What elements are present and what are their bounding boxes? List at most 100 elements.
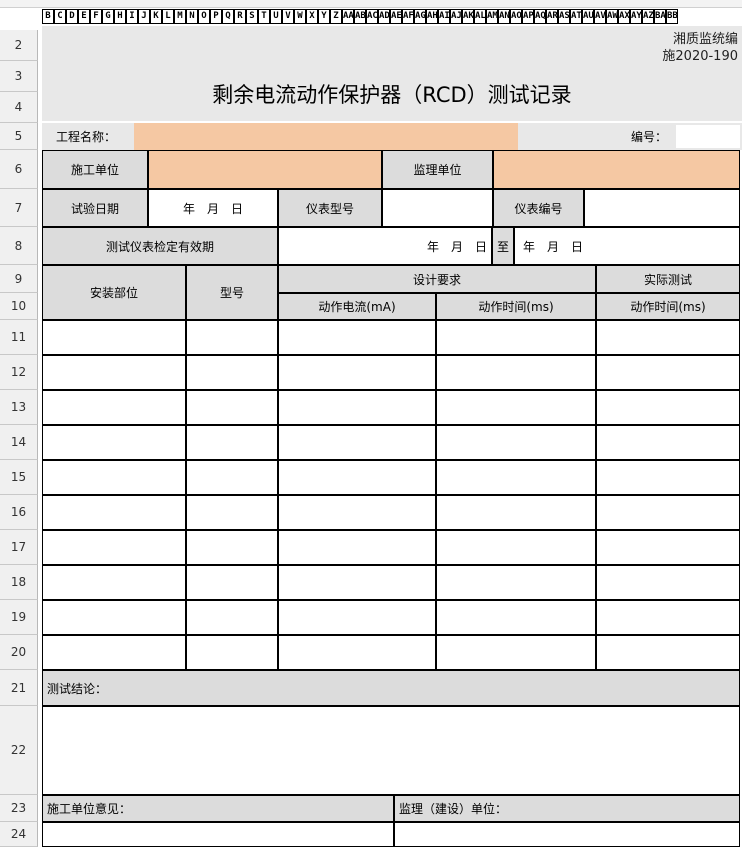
column-header-ap[interactable]: AP bbox=[522, 9, 534, 24]
data-cell-model-row20[interactable] bbox=[186, 635, 278, 670]
row-header-14[interactable]: 14 bbox=[0, 425, 38, 460]
data-cell-location-row19[interactable] bbox=[42, 600, 186, 635]
data-cell-current-row18[interactable] bbox=[278, 565, 436, 600]
data-cell-model-row14[interactable] bbox=[186, 425, 278, 460]
row-header-9[interactable]: 9 bbox=[0, 265, 38, 293]
serial-number-input[interactable] bbox=[676, 125, 740, 148]
column-header-ah[interactable]: AH bbox=[426, 9, 438, 24]
data-cell-actual-time-row11[interactable] bbox=[596, 320, 740, 355]
column-header-aw[interactable]: AW bbox=[606, 9, 618, 24]
column-header-m[interactable]: M bbox=[174, 9, 186, 24]
data-cell-current-row14[interactable] bbox=[278, 425, 436, 460]
row-header-19[interactable]: 19 bbox=[0, 600, 38, 635]
data-cell-location-row16[interactable] bbox=[42, 495, 186, 530]
column-header-aq[interactable]: AQ bbox=[534, 9, 546, 24]
data-cell-location-row15[interactable] bbox=[42, 460, 186, 495]
column-header-n[interactable]: N bbox=[186, 9, 198, 24]
construction-unit-input[interactable] bbox=[148, 150, 382, 189]
project-name-input[interactable] bbox=[134, 123, 518, 150]
column-header-ab[interactable]: AB bbox=[354, 9, 366, 24]
column-header-l[interactable]: L bbox=[162, 9, 174, 24]
row-header-7[interactable]: 7 bbox=[0, 189, 38, 227]
test-date-input[interactable]: 年 月 日 bbox=[148, 189, 278, 227]
data-cell-current-row15[interactable] bbox=[278, 460, 436, 495]
row-header-12[interactable]: 12 bbox=[0, 355, 38, 390]
validity-to-input[interactable]: 年 月 日 bbox=[514, 227, 740, 265]
column-header-x[interactable]: X bbox=[306, 9, 318, 24]
column-header-aj[interactable]: AJ bbox=[450, 9, 462, 24]
column-header-q[interactable]: Q bbox=[222, 9, 234, 24]
row-header-5[interactable]: 5 bbox=[0, 123, 38, 150]
data-cell-current-row16[interactable] bbox=[278, 495, 436, 530]
row-header-15[interactable]: 15 bbox=[0, 460, 38, 495]
data-cell-model-row12[interactable] bbox=[186, 355, 278, 390]
column-header-an[interactable]: AN bbox=[498, 9, 510, 24]
data-cell-model-row17[interactable] bbox=[186, 530, 278, 565]
column-header-bb[interactable]: BB bbox=[666, 9, 678, 24]
row-header-3[interactable]: 3 bbox=[0, 61, 38, 92]
data-cell-actual-time-row12[interactable] bbox=[596, 355, 740, 390]
data-cell-actual-time-row17[interactable] bbox=[596, 530, 740, 565]
construction-opinion-input[interactable] bbox=[42, 822, 394, 847]
data-cell-time-row19[interactable] bbox=[436, 600, 596, 635]
data-cell-model-row11[interactable] bbox=[186, 320, 278, 355]
column-header-ak[interactable]: AK bbox=[462, 9, 474, 24]
column-header-af[interactable]: AF bbox=[402, 9, 414, 24]
column-header-h[interactable]: H bbox=[114, 9, 126, 24]
data-cell-location-row11[interactable] bbox=[42, 320, 186, 355]
column-header-ay[interactable]: AY bbox=[630, 9, 642, 24]
data-cell-time-row12[interactable] bbox=[436, 355, 596, 390]
data-cell-model-row15[interactable] bbox=[186, 460, 278, 495]
column-header-i[interactable]: I bbox=[126, 9, 138, 24]
data-cell-actual-time-row20[interactable] bbox=[596, 635, 740, 670]
column-header-t[interactable]: T bbox=[258, 9, 270, 24]
row-header-13[interactable]: 13 bbox=[0, 390, 38, 425]
column-header-d[interactable]: D bbox=[66, 9, 78, 24]
data-cell-current-row12[interactable] bbox=[278, 355, 436, 390]
column-header-am[interactable]: AM bbox=[486, 9, 498, 24]
column-header-ac[interactable]: AC bbox=[366, 9, 378, 24]
column-header-ax[interactable]: AX bbox=[618, 9, 630, 24]
validity-from-input[interactable]: 年 月 日 bbox=[278, 227, 492, 265]
column-header-as[interactable]: AS bbox=[558, 9, 570, 24]
data-cell-time-row20[interactable] bbox=[436, 635, 596, 670]
supervision-opinion-input[interactable] bbox=[394, 822, 740, 847]
meter-model-input[interactable] bbox=[382, 189, 493, 227]
column-header-az[interactable]: AZ bbox=[642, 9, 654, 24]
row-header-4[interactable]: 4 bbox=[0, 92, 38, 123]
row-header-20[interactable]: 20 bbox=[0, 635, 38, 670]
column-header-p[interactable]: P bbox=[210, 9, 222, 24]
column-header-au[interactable]: AU bbox=[582, 9, 594, 24]
column-header-o[interactable]: O bbox=[198, 9, 210, 24]
column-header-ai[interactable]: AI bbox=[438, 9, 450, 24]
row-header-11[interactable]: 11 bbox=[0, 320, 38, 355]
data-cell-current-row13[interactable] bbox=[278, 390, 436, 425]
data-cell-current-row20[interactable] bbox=[278, 635, 436, 670]
data-cell-location-row17[interactable] bbox=[42, 530, 186, 565]
row-header-23[interactable]: 23 bbox=[0, 795, 38, 822]
data-cell-actual-time-row15[interactable] bbox=[596, 460, 740, 495]
data-cell-actual-time-row14[interactable] bbox=[596, 425, 740, 460]
test-conclusion-input[interactable] bbox=[42, 706, 740, 795]
data-cell-model-row13[interactable] bbox=[186, 390, 278, 425]
column-header-ad[interactable]: AD bbox=[378, 9, 390, 24]
data-cell-current-row17[interactable] bbox=[278, 530, 436, 565]
data-cell-time-row15[interactable] bbox=[436, 460, 596, 495]
column-header-u[interactable]: U bbox=[270, 9, 282, 24]
row-header-24[interactable]: 24 bbox=[0, 822, 38, 847]
data-cell-actual-time-row16[interactable] bbox=[596, 495, 740, 530]
meter-number-input[interactable] bbox=[584, 189, 740, 227]
data-cell-location-row13[interactable] bbox=[42, 390, 186, 425]
data-cell-time-row13[interactable] bbox=[436, 390, 596, 425]
column-header-f[interactable]: F bbox=[90, 9, 102, 24]
column-header-y[interactable]: Y bbox=[318, 9, 330, 24]
row-header-16[interactable]: 16 bbox=[0, 495, 38, 530]
column-header-ae[interactable]: AE bbox=[390, 9, 402, 24]
row-header-6[interactable]: 6 bbox=[0, 150, 38, 189]
data-cell-model-row16[interactable] bbox=[186, 495, 278, 530]
column-header-s[interactable]: S bbox=[246, 9, 258, 24]
row-header-18[interactable]: 18 bbox=[0, 565, 38, 600]
data-cell-time-row11[interactable] bbox=[436, 320, 596, 355]
row-header-2[interactable]: 2 bbox=[0, 30, 38, 61]
row-header-8[interactable]: 8 bbox=[0, 227, 38, 265]
